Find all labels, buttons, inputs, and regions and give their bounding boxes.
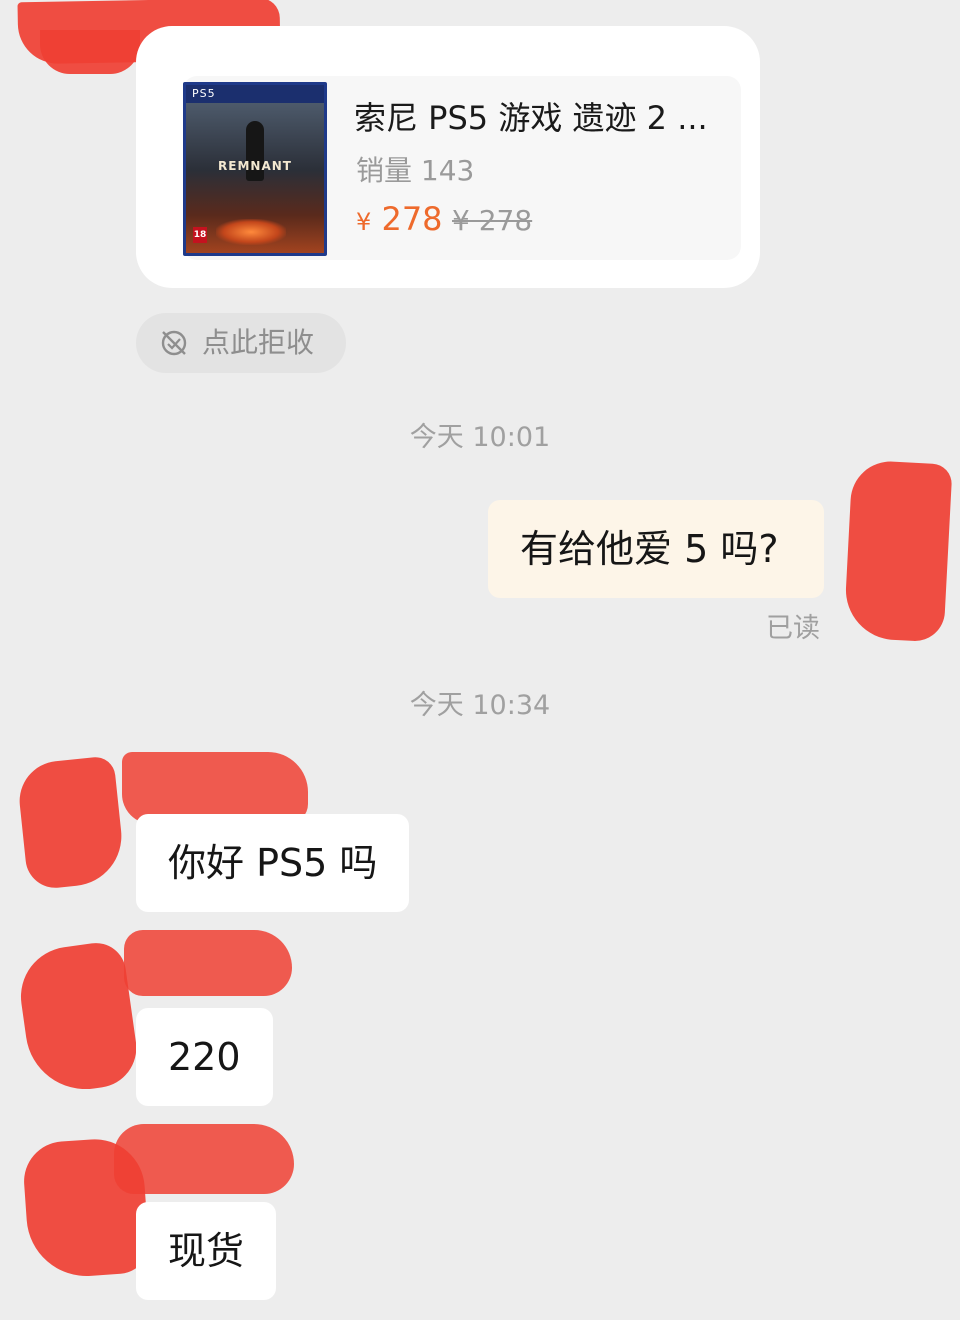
product-sales: 销量 143 — [356, 154, 475, 187]
product-original-price: ¥ 278 — [452, 204, 533, 237]
timestamp: 今天 10:01 — [409, 422, 551, 453]
timestamp: 今天 10:34 — [409, 690, 551, 721]
refuse-button[interactable]: 点此拒收 — [136, 313, 346, 373]
cover-age-rating: 18 — [193, 227, 207, 243]
product-cover-image[interactable]: PS5 REMNANT 18 — [183, 82, 327, 256]
read-status: 已读 — [766, 613, 820, 644]
redacted-avatar[interactable] — [843, 459, 953, 643]
redaction-mark — [40, 30, 140, 74]
product-title: 索尼 PS5 游戏 遗迹 2 ... — [354, 99, 708, 137]
redacted-sender-name — [114, 1124, 294, 1194]
cover-artwork: REMNANT 18 — [186, 103, 324, 253]
redacted-avatar[interactable] — [14, 939, 142, 1097]
currency-symbol: ¥ — [356, 208, 372, 236]
cover-flames — [216, 219, 286, 245]
message-bubble-other[interactable]: 现货 — [136, 1202, 277, 1300]
redacted-avatar[interactable] — [15, 755, 127, 891]
refuse-label: 点此拒收 — [202, 326, 315, 359]
cover-game-title: REMNANT — [218, 159, 292, 173]
message-bubble-other[interactable]: 220 — [136, 1008, 273, 1106]
message-bubble-other[interactable]: 你好 PS5 吗 — [136, 814, 410, 912]
redacted-sender-name — [124, 930, 292, 996]
product-price: ¥ 278 — [356, 198, 443, 243]
cover-platform-logo: PS5 — [186, 85, 324, 103]
price-value: 278 — [381, 200, 443, 238]
refuse-icon — [161, 330, 187, 356]
message-bubble-self[interactable]: 有给他爱 5 吗? — [488, 500, 824, 598]
